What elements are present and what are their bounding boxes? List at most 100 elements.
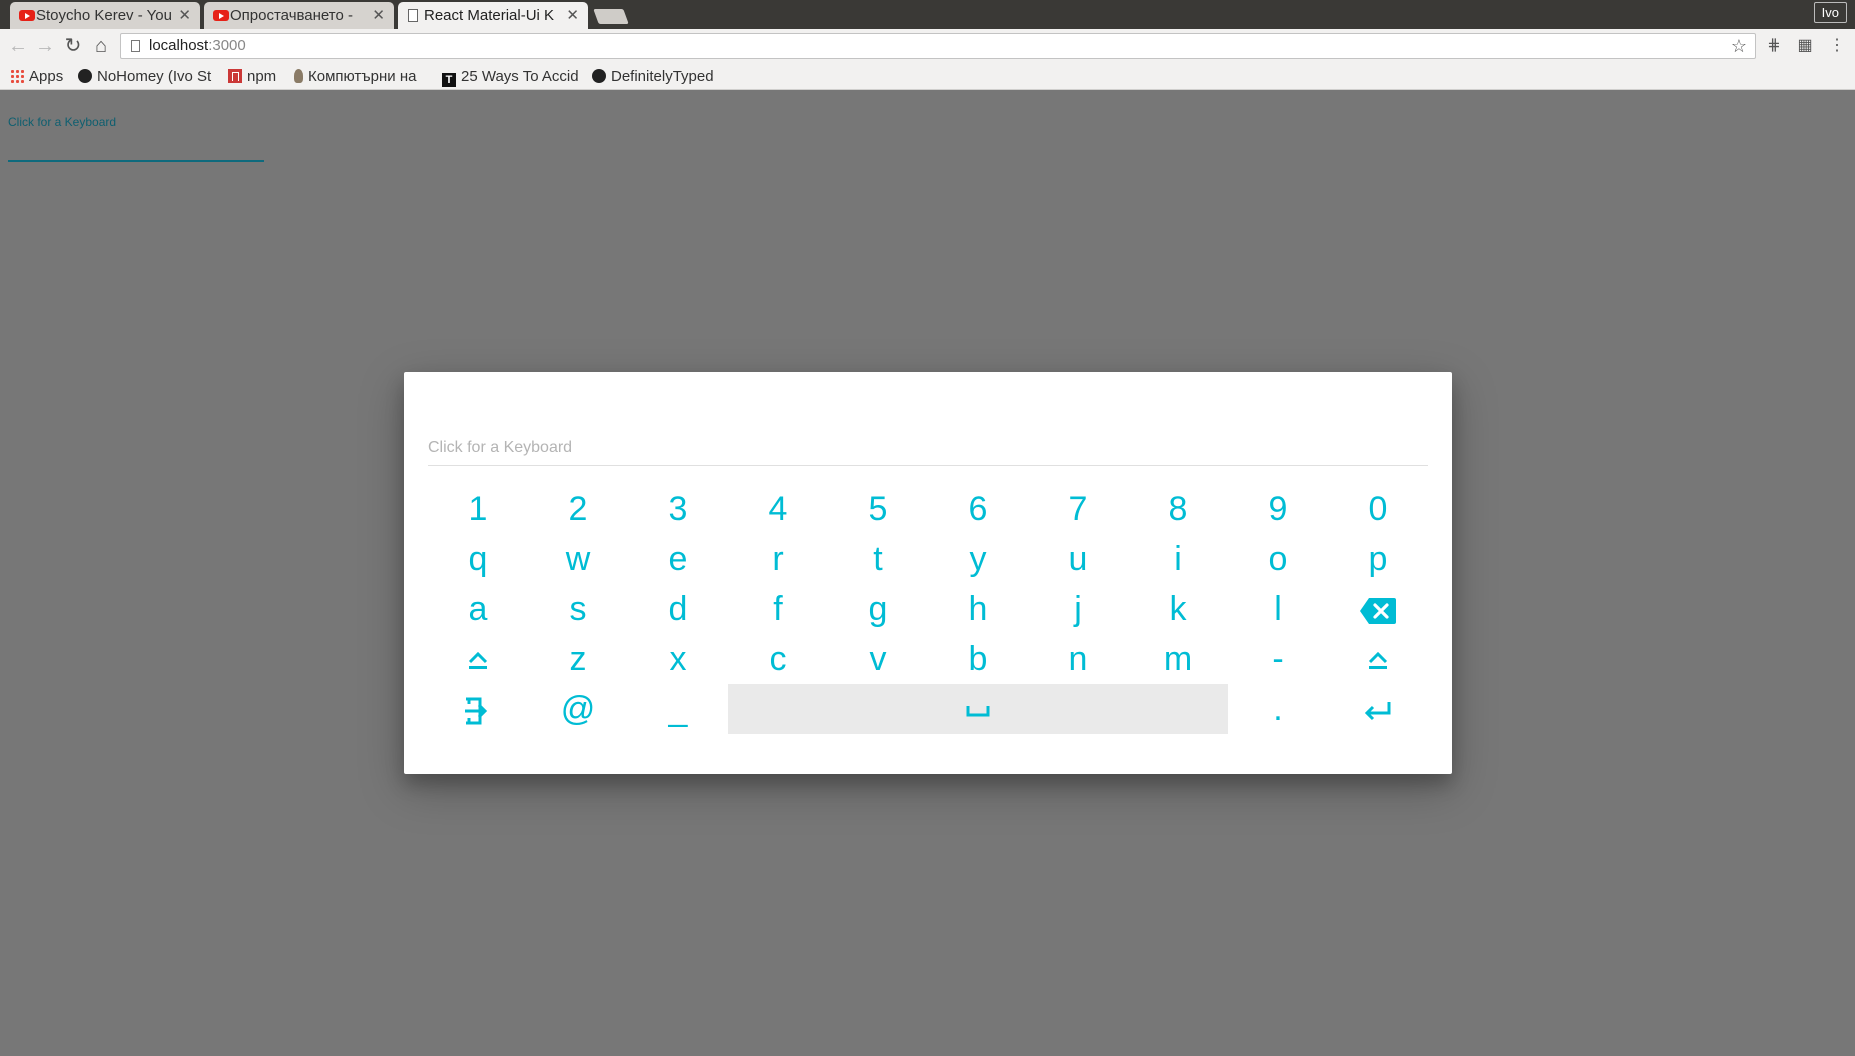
- npm-icon: [228, 69, 242, 83]
- key[interactable]: 3: [628, 484, 728, 534]
- bookmarks-bar: Apps NoHomey (Ivo St npm Компютърни на T…: [0, 64, 1855, 90]
- exit-to-app-icon: [465, 697, 488, 725]
- browser-tab[interactable]: Stoycho Kerev - You ✕: [10, 2, 200, 29]
- key[interactable]: a: [428, 584, 528, 634]
- key[interactable]: c: [728, 634, 828, 684]
- bookmark-label: Компютърни на: [308, 68, 417, 85]
- key[interactable]: 6: [928, 484, 1028, 534]
- keyboard-row-digits: 1 2 3 4 5 6 7 8 9 0: [428, 484, 1428, 534]
- menu-kebab-icon[interactable]: ⋮: [1826, 35, 1848, 57]
- backspace-key[interactable]: [1328, 584, 1428, 634]
- dialog-text-input[interactable]: Click for a Keyboard: [428, 436, 1428, 466]
- space-key[interactable]: [728, 684, 1228, 734]
- browser-tab-active[interactable]: React Material-Ui K ✕: [398, 2, 588, 29]
- bookmark-item[interactable]: npm: [228, 64, 286, 89]
- key[interactable]: p: [1328, 534, 1428, 584]
- browser-toolbar: ← → ↻ ⌂ localhost:3000 ☆ ⋕ ▦ ⋮: [0, 29, 1855, 64]
- keyboard-row-bottom: @ _ .: [428, 684, 1428, 734]
- github-icon: [78, 69, 92, 83]
- address-bar[interactable]: localhost:3000 ☆: [120, 33, 1756, 59]
- field-floating-label: Click for a Keyboard: [8, 115, 117, 129]
- key[interactable]: b: [928, 634, 1028, 684]
- key[interactable]: u: [1028, 534, 1128, 584]
- url-text[interactable]: localhost:3000: [149, 34, 246, 58]
- key[interactable]: k: [1128, 584, 1228, 634]
- key[interactable]: e: [628, 534, 728, 584]
- close-icon[interactable]: ✕: [178, 2, 191, 29]
- key[interactable]: 8: [1128, 484, 1228, 534]
- key[interactable]: m: [1128, 634, 1228, 684]
- key[interactable]: 1: [428, 484, 528, 534]
- key[interactable]: _: [628, 684, 728, 734]
- key[interactable]: 9: [1228, 484, 1328, 534]
- bookmark-label: DefinitelyTyped: [611, 68, 714, 85]
- url-host: localhost: [149, 37, 209, 54]
- shift-key[interactable]: [1328, 634, 1428, 684]
- key[interactable]: y: [928, 534, 1028, 584]
- reload-icon[interactable]: ↻: [61, 34, 85, 58]
- back-arrow-icon[interactable]: ←: [6, 34, 30, 58]
- key[interactable]: r: [728, 534, 828, 584]
- tab-strip: Stoycho Kerev - You ✕ Опростачването - ✕…: [0, 0, 1855, 29]
- github-icon: [592, 69, 606, 83]
- close-keyboard-key[interactable]: [428, 684, 528, 734]
- key[interactable]: 7: [1028, 484, 1128, 534]
- key[interactable]: g: [828, 584, 928, 634]
- close-icon[interactable]: ✕: [372, 2, 385, 29]
- youtube-icon: [213, 10, 229, 21]
- key[interactable]: w: [528, 534, 628, 584]
- key[interactable]: 2: [528, 484, 628, 534]
- key[interactable]: l: [1228, 584, 1328, 634]
- key[interactable]: x: [628, 634, 728, 684]
- forward-arrow-icon[interactable]: →: [33, 34, 57, 58]
- keyboard-dialog: Click for a Keyboard 1 2 3 4 5 6 7 8 9 0…: [404, 372, 1452, 774]
- page-info-icon[interactable]: [131, 40, 140, 52]
- t-icon: T: [442, 73, 456, 87]
- bookmark-apps[interactable]: Apps: [10, 64, 72, 89]
- new-tab-button[interactable]: [593, 9, 629, 24]
- extension-sliders-icon[interactable]: ⋕: [1763, 35, 1785, 57]
- close-icon[interactable]: ✕: [566, 2, 579, 29]
- key[interactable]: q: [428, 534, 528, 584]
- key[interactable]: j: [1028, 584, 1128, 634]
- key[interactable]: @: [528, 684, 628, 734]
- youtube-icon: [19, 10, 35, 21]
- bookmark-star-icon[interactable]: ☆: [1731, 34, 1747, 58]
- key[interactable]: .: [1228, 684, 1328, 734]
- key[interactable]: i: [1128, 534, 1228, 584]
- key[interactable]: s: [528, 584, 628, 634]
- key[interactable]: -: [1228, 634, 1328, 684]
- shift-key[interactable]: [428, 634, 528, 684]
- bookmark-item[interactable]: Компютърни на: [294, 64, 426, 89]
- bookmark-item[interactable]: NoHomey (Ivo St: [78, 64, 212, 89]
- keyboard-return-icon: [1364, 702, 1391, 721]
- keyboard-text-field[interactable]: Click for a Keyboard: [8, 104, 264, 162]
- shift-icon: [468, 651, 488, 670]
- key[interactable]: n: [1028, 634, 1128, 684]
- browser-tab[interactable]: Опростачването - ✕: [204, 2, 394, 29]
- profile-button[interactable]: Ivo: [1813, 2, 1847, 23]
- key[interactable]: 4: [728, 484, 828, 534]
- key[interactable]: h: [928, 584, 1028, 634]
- enter-key[interactable]: [1328, 684, 1428, 734]
- field-underline: [8, 160, 264, 162]
- shift-icon: [1368, 651, 1388, 670]
- backspace-icon: [1360, 598, 1396, 625]
- url-port: :3000: [208, 37, 246, 54]
- home-icon[interactable]: ⌂: [89, 34, 113, 58]
- extension-grid-icon[interactable]: ▦: [1794, 35, 1816, 57]
- key[interactable]: z: [528, 634, 628, 684]
- key[interactable]: f: [728, 584, 828, 634]
- key[interactable]: t: [828, 534, 928, 584]
- tab-title: Stoycho Kerev - You: [36, 7, 172, 24]
- key[interactable]: o: [1228, 534, 1328, 584]
- bookmark-item[interactable]: DefinitelyTyped: [592, 64, 732, 89]
- key[interactable]: 5: [828, 484, 928, 534]
- key[interactable]: 0: [1328, 484, 1428, 534]
- bookmark-item[interactable]: T 25 Ways To Accid: [442, 64, 578, 89]
- key[interactable]: d: [628, 584, 728, 634]
- virtual-keyboard: 1 2 3 4 5 6 7 8 9 0 q w e r t y u i o p …: [428, 484, 1428, 734]
- input-underline: [428, 465, 1428, 466]
- key[interactable]: v: [828, 634, 928, 684]
- space-bar-icon: [966, 706, 990, 717]
